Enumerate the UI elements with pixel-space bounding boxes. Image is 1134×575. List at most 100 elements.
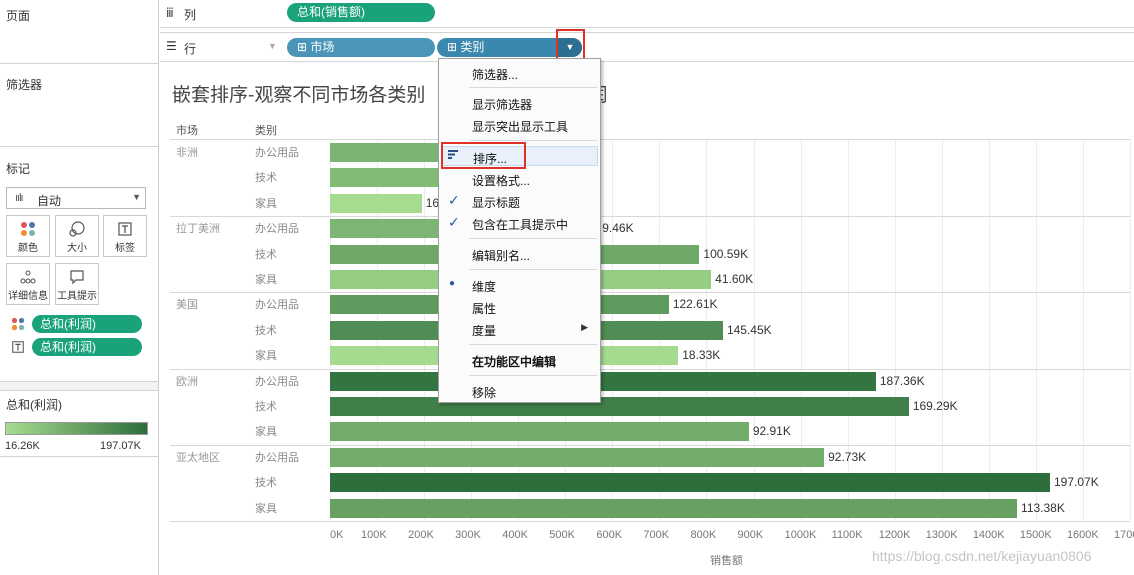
gridline: [988, 139, 990, 520]
category-pill-label: 类别: [460, 40, 485, 54]
market-label: 美国: [176, 298, 198, 312]
color-profit-pill[interactable]: 总和(利润): [32, 315, 142, 333]
market-pill[interactable]: ⊞ 市场: [287, 38, 435, 57]
bar-value-label: 92.73K: [828, 449, 867, 464]
market-pill-label: 市场: [310, 40, 335, 54]
bar-value-label: 113.38K: [1021, 500, 1065, 515]
x-tick-label: 400K: [502, 529, 528, 541]
legend-min: 16.26K: [5, 440, 40, 452]
bar[interactable]: [330, 193, 422, 213]
x-tick-label: 700K: [643, 529, 670, 541]
menu-separator: [469, 269, 597, 270]
columns-shelf: ⅲ 列 总和(销售额): [160, 0, 1134, 28]
category-label: 办公用品: [255, 146, 299, 159]
row-divider: [170, 444, 1130, 446]
menu-item-filter[interactable]: 筛选器...: [439, 63, 600, 83]
legend-max: 197.07K: [100, 440, 141, 452]
menu-item-measure[interactable]: 度量 ▶: [439, 319, 600, 339]
menu-item-edit-alias[interactable]: 编辑别名...: [439, 244, 600, 264]
sort-highlight-box: [441, 142, 526, 169]
header-market: 市场: [176, 125, 198, 137]
x-tick-label: 300K: [455, 529, 481, 541]
chevron-down-icon: ▼: [268, 41, 277, 51]
bar[interactable]: [330, 143, 453, 162]
menu-item-label: 显示筛选器: [472, 98, 533, 112]
menu-item-show-header[interactable]: ✓ 显示标题: [439, 191, 600, 211]
menu-item-label: 包含在工具提示中: [472, 218, 569, 232]
menu-item-show-highlighter[interactable]: 显示突出显示工具: [439, 115, 600, 135]
label-icon: [104, 221, 146, 239]
bar[interactable]: [330, 422, 749, 442]
menu-item-show-filter[interactable]: 显示筛选器: [439, 93, 600, 113]
category-label: 办公用品: [255, 298, 299, 312]
check-icon: ✓: [448, 192, 460, 208]
label-profit-pill[interactable]: 总和(利润): [32, 338, 142, 356]
bar-value-label: 100.59K: [703, 246, 749, 261]
header-category: 类别: [255, 125, 277, 137]
detail-button-label: 详细信息: [8, 291, 48, 302]
x-tick-label: 0K: [330, 529, 344, 541]
menu-item-label: 在功能区中编辑: [472, 355, 557, 369]
dropdown-highlight-box: [556, 29, 585, 61]
x-tick-label: 900K: [737, 529, 764, 541]
bar[interactable]: [330, 447, 825, 467]
menu-item-format[interactable]: 设置格式...: [439, 169, 600, 189]
x-tick-label: 1100K: [831, 529, 863, 541]
mark-type-dropdown[interactable]: ıılı 自动 ▼: [6, 187, 146, 209]
watermark: https://blog.csdn.net/kejiayuan0806: [872, 548, 1092, 564]
color-button[interactable]: 颜色: [6, 215, 50, 257]
menu-separator: [469, 238, 597, 239]
row-divider: [170, 368, 1130, 370]
row-divider: [170, 292, 1130, 294]
menu-item-include-in-tooltip[interactable]: ✓ 包含在工具提示中: [439, 213, 600, 233]
menu-item-label: 筛选器...: [472, 68, 519, 82]
bar[interactable]: [330, 473, 1050, 493]
bar-value-label: 169.29K: [912, 399, 958, 413]
label-button[interactable]: 标签: [103, 215, 147, 257]
menu-item-label: 显示突出显示工具: [472, 120, 569, 134]
x-tick-label: 1200K: [878, 529, 911, 541]
bar[interactable]: [330, 498, 1018, 518]
bar[interactable]: [330, 397, 909, 416]
menu-item-dimension[interactable]: ● 维度: [439, 275, 600, 295]
row-divider: [170, 216, 1130, 218]
gridline: [1035, 139, 1037, 520]
check-icon: ✓: [448, 214, 460, 230]
size-button-label: 大小: [67, 243, 87, 254]
sales-sum-pill[interactable]: 总和(销售额): [287, 3, 435, 22]
tooltip-button-label: 工具提示: [57, 291, 97, 302]
size-button[interactable]: 大小: [55, 215, 99, 257]
bar[interactable]: [330, 371, 876, 391]
bar-value-label: 9.46K: [602, 221, 634, 236]
panel-gap: [0, 382, 158, 390]
category-label: 技术: [255, 476, 277, 490]
detail-button[interactable]: 详细信息: [6, 263, 50, 305]
left-panel: 页面 筛选器 标记 ıılı 自动 ▼ 颜色 大小 标签 详细信息 工具提示 总…: [0, 0, 159, 575]
market-label: 欧洲: [176, 374, 198, 388]
divider: [0, 390, 158, 391]
bar-value-label: 145.45K: [726, 322, 772, 337]
category-label: 家具: [255, 425, 277, 439]
bar-value-label: 197.07K: [1054, 475, 1099, 490]
menu-item-label: 度量: [472, 324, 497, 338]
menu-item-remove[interactable]: 移除: [439, 381, 600, 401]
bar-value-label: 122.61K: [672, 297, 718, 312]
label-icon: [11, 340, 25, 357]
category-label: 办公用品: [255, 450, 299, 464]
menu-item-edit-in-shelf[interactable]: 在功能区中编辑: [439, 350, 600, 370]
menu-item-attribute[interactable]: 属性: [439, 297, 600, 317]
category-label: 办公用品: [255, 374, 299, 388]
menu-item-label: 显示标题: [472, 196, 521, 210]
tooltip-button[interactable]: 工具提示: [55, 263, 99, 305]
market-label: 拉丁美洲: [176, 222, 220, 236]
divider: [0, 146, 158, 147]
bar-value-label: 92.91K: [752, 424, 791, 439]
market-label: 非洲: [176, 146, 198, 159]
x-tick-label: 1300K: [925, 529, 958, 541]
market-label: 亚太地区: [176, 450, 220, 464]
x-tick-label: 1000K: [784, 529, 817, 541]
category-label: 办公用品: [255, 222, 299, 236]
chart-title-left: 嵌套排序-观察不同市场各类别: [172, 84, 426, 106]
gridline: [941, 139, 943, 520]
filters-card-title: 筛选器: [6, 78, 43, 92]
